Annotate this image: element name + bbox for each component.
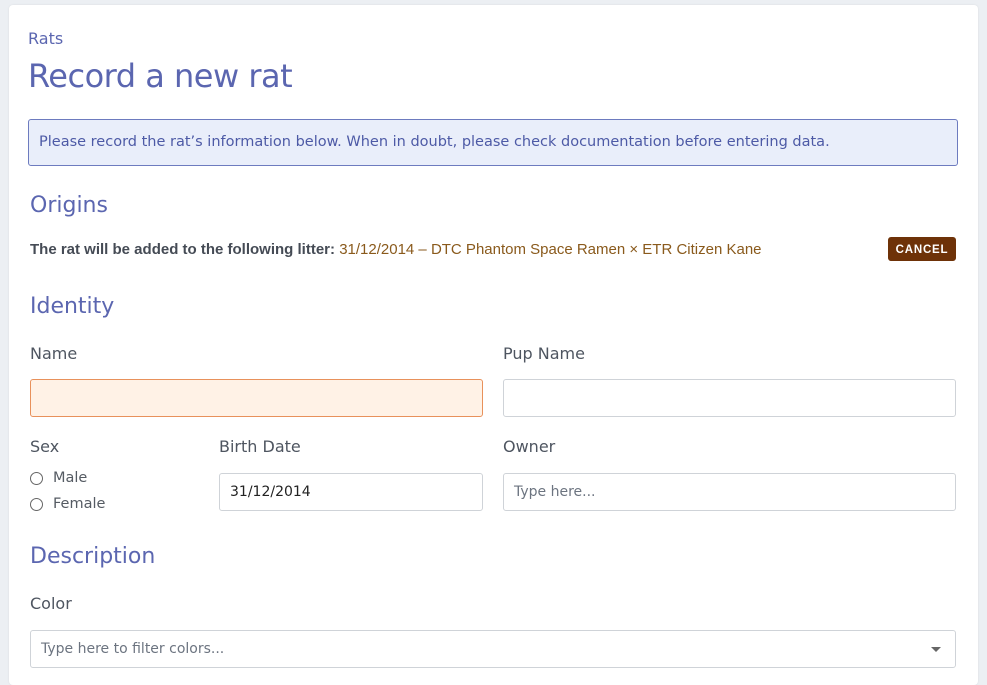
chevron-down-icon[interactable] bbox=[931, 647, 941, 652]
owner-label: Owner bbox=[503, 437, 556, 456]
identity-heading: Identity bbox=[30, 294, 115, 319]
color-select[interactable]: Type here to filter colors... bbox=[30, 630, 956, 668]
litter-label: The rat will be added to the following l… bbox=[30, 241, 336, 258]
breadcrumb[interactable]: Rats bbox=[28, 29, 63, 48]
form-card: Rats Record a new rat Please record the … bbox=[9, 5, 978, 685]
name-input[interactable] bbox=[30, 379, 483, 417]
pup-name-input[interactable] bbox=[503, 379, 956, 417]
name-label: Name bbox=[30, 344, 78, 363]
cancel-button[interactable]: CANCEL bbox=[888, 237, 956, 261]
info-message: Please record the rat’s information belo… bbox=[28, 119, 958, 166]
pup-name-label: Pup Name bbox=[503, 344, 585, 363]
sex-label: Sex bbox=[30, 437, 60, 456]
sex-option-female[interactable]: Female bbox=[30, 496, 105, 512]
litter-line: The rat will be added to the following l… bbox=[30, 241, 762, 258]
origins-heading: Origins bbox=[30, 193, 108, 218]
page-title: Record a new rat bbox=[28, 57, 293, 95]
owner-input[interactable]: Type here... bbox=[503, 473, 956, 511]
sex-option-male[interactable]: Male bbox=[30, 470, 87, 486]
description-heading: Description bbox=[30, 544, 156, 569]
birth-date-label: Birth Date bbox=[219, 437, 301, 456]
male-radio[interactable] bbox=[30, 471, 43, 485]
female-label: Female bbox=[53, 496, 106, 512]
female-radio[interactable] bbox=[30, 497, 43, 511]
male-label: Male bbox=[53, 470, 88, 486]
color-label: Color bbox=[30, 594, 72, 613]
color-placeholder: Type here to filter colors... bbox=[41, 641, 225, 657]
birth-date-input[interactable]: 31/12/2014 bbox=[219, 473, 483, 511]
owner-placeholder: Type here... bbox=[514, 484, 596, 500]
litter-value[interactable]: 31/12/2014 – DTC Phantom Space Ramen × E… bbox=[339, 241, 761, 258]
